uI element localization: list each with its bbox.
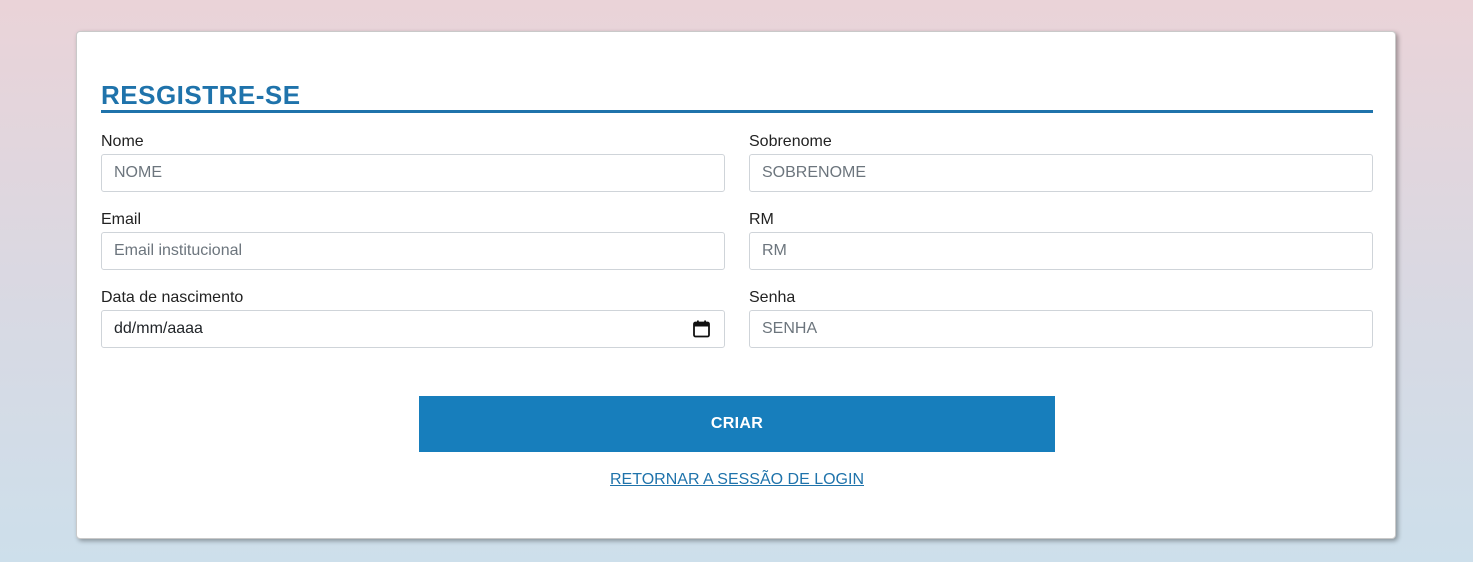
rm-input[interactable] [749, 232, 1373, 270]
email-field-group: Email [101, 210, 725, 270]
sobrenome-label: Sobrenome [749, 133, 832, 150]
nome-field-group: Nome [101, 132, 725, 192]
criar-button[interactable]: CRIAR [419, 396, 1055, 452]
nome-input[interactable] [101, 154, 725, 192]
nome-label: Nome [101, 133, 144, 150]
senha-label: Senha [749, 289, 796, 306]
page-title: RESGISTRE-SE [101, 80, 301, 110]
return-to-login-link[interactable]: RETORNAR A SESSÃO DE LOGIN [610, 471, 864, 488]
rm-field-group: RM [749, 210, 1373, 270]
sobrenome-field-group: Sobrenome [749, 132, 1373, 192]
birthdate-value: dd/mm/aaaa [114, 320, 203, 337]
senha-input[interactable] [749, 310, 1373, 348]
nascimento-field-group: Data de nascimento dd/mm/aaaa [101, 288, 725, 348]
title-divider [101, 110, 1373, 113]
calendar-icon[interactable] [692, 320, 710, 338]
back-link-container: RETORNAR A SESSÃO DE LOGIN [77, 470, 1397, 490]
email-input[interactable] [101, 232, 725, 270]
sobrenome-input[interactable] [749, 154, 1373, 192]
senha-field-group: Senha [749, 288, 1373, 348]
nascimento-label: Data de nascimento [101, 289, 244, 306]
rm-label: RM [749, 211, 774, 228]
register-card: RESGISTRE-SE Nome Sobrenome Email RM Dat… [76, 31, 1396, 539]
birthdate-input[interactable]: dd/mm/aaaa [101, 310, 725, 348]
email-label: Email [101, 211, 142, 228]
